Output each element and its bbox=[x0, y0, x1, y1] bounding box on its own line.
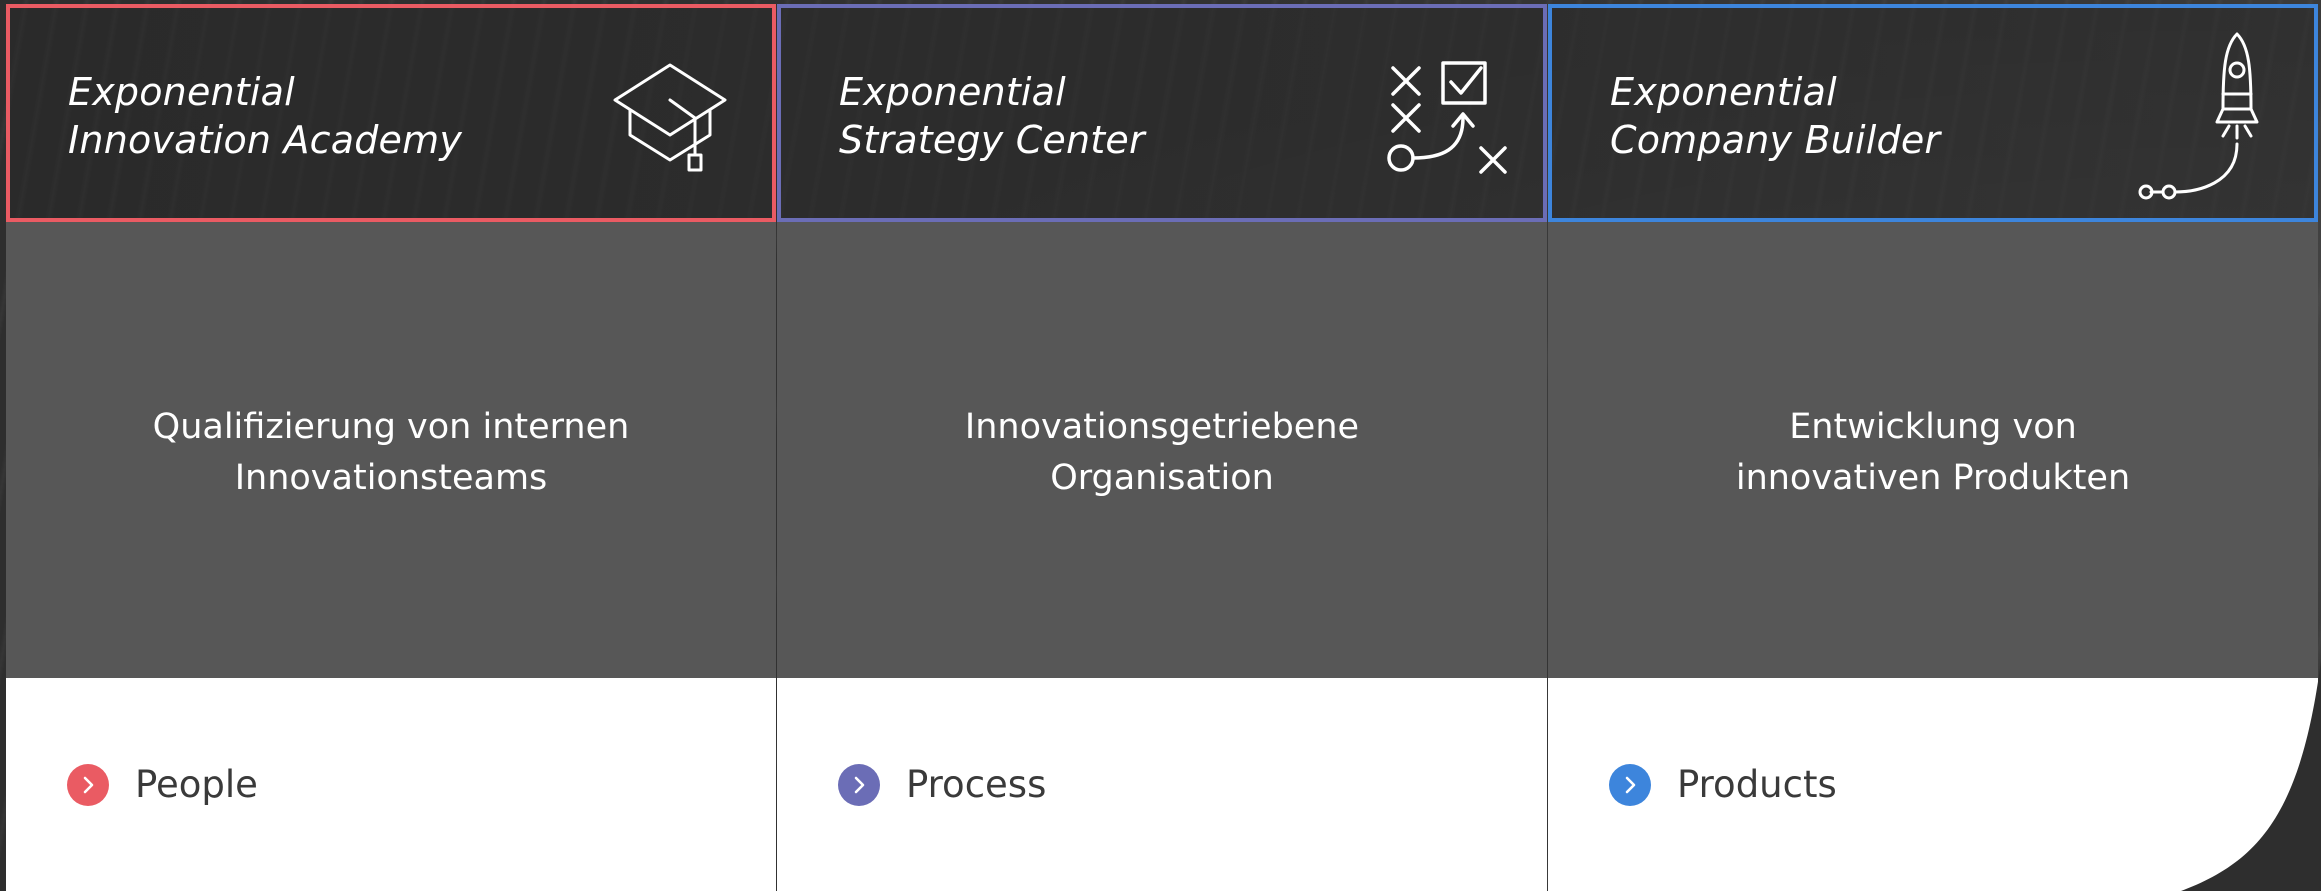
builder-title: Exponential Company Builder bbox=[1610, 68, 1940, 164]
builder-description-panel: Entwicklung von innovativen Produkten bbox=[1548, 222, 2318, 678]
corner-decoration bbox=[2181, 661, 2321, 891]
academy-description: Qualifizierung von internen Innovationst… bbox=[6, 402, 776, 504]
builder-description: Entwicklung von innovativen Produkten bbox=[1548, 402, 2318, 504]
builder-desc-line2: innovativen Produkten bbox=[1735, 458, 2131, 498]
tag-label-process: Process bbox=[906, 763, 1047, 806]
builder-desc-line1: Entwicklung von bbox=[1789, 407, 2077, 447]
academy-card[interactable]: Exponential Innovation Academy Qualifizi… bbox=[6, 0, 776, 891]
chevron-right-icon bbox=[838, 763, 880, 806]
academy-description-panel: Qualifizierung von internen Innovationst… bbox=[6, 222, 776, 678]
strategy-description: Innovationsgetriebene Organisation bbox=[777, 402, 1547, 504]
tag-label-products: Products bbox=[1677, 763, 1837, 806]
rocket-icon bbox=[2137, 14, 2287, 209]
builder-title-line1: Exponential bbox=[1610, 70, 1837, 114]
academy-title: Exponential Innovation Academy bbox=[68, 68, 462, 164]
process-tag[interactable]: Process bbox=[838, 763, 1046, 806]
academy-title-line1: Exponential bbox=[68, 70, 295, 114]
strategy-play-icon bbox=[1381, 30, 1511, 185]
strategy-desc-line1: Innovationsgetriebene bbox=[964, 407, 1360, 447]
graduation-cap-icon bbox=[610, 30, 730, 185]
strategy-title-line1: Exponential bbox=[839, 70, 1066, 114]
strategy-description-panel: Innovationsgetriebene Organisation bbox=[777, 222, 1547, 678]
chevron-right-icon bbox=[1609, 763, 1651, 806]
strategy-title: Exponential Strategy Center bbox=[839, 68, 1145, 164]
tag-label-people: People bbox=[135, 763, 258, 806]
academy-footer: People bbox=[6, 678, 776, 891]
academy-desc-line2: Innovationsteams bbox=[234, 458, 548, 498]
products-tag[interactable]: Products bbox=[1609, 763, 1837, 806]
strategy-card[interactable]: Exponential Strategy Center Innovationsg… bbox=[777, 0, 1547, 891]
strategy-header: Exponential Strategy Center bbox=[777, 4, 1547, 222]
people-tag[interactable]: People bbox=[67, 763, 258, 806]
strategy-title-line2: Strategy Center bbox=[839, 118, 1145, 162]
chevron-right-icon bbox=[67, 763, 109, 806]
strategy-footer: Process bbox=[777, 678, 1547, 891]
builder-title-line2: Company Builder bbox=[1610, 118, 1941, 162]
strategy-desc-line2: Organisation bbox=[1050, 458, 1274, 498]
builder-header: Exponential Company Builder bbox=[1548, 4, 2318, 222]
academy-title-line2: Innovation Academy bbox=[68, 118, 463, 162]
academy-header: Exponential Innovation Academy bbox=[6, 4, 776, 222]
academy-desc-line1: Qualifizierung von internen bbox=[152, 407, 630, 447]
